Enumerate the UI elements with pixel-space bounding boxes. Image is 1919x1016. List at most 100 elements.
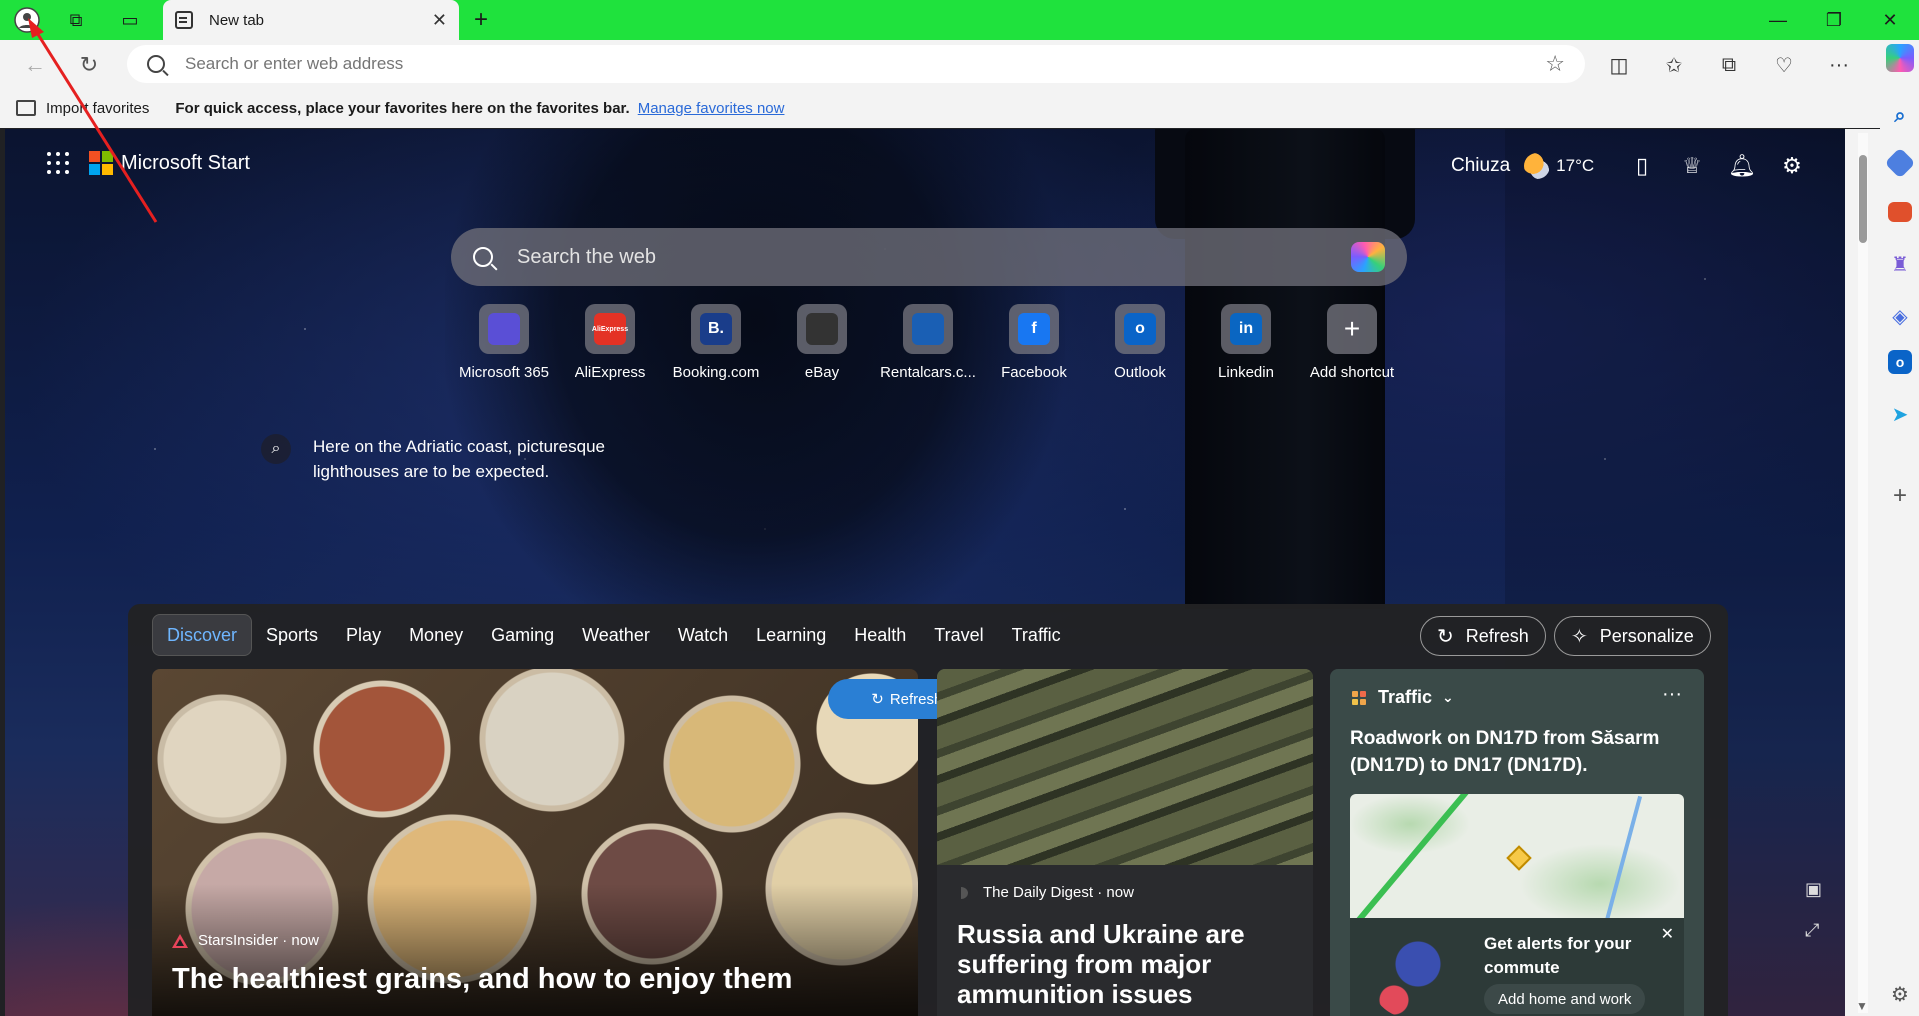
workspaces-button[interactable]: ⧉	[60, 4, 92, 36]
refresh-button[interactable]: ↻ Refresh	[1420, 616, 1546, 656]
address-bar[interactable]: ☆	[127, 45, 1585, 83]
tools-briefcase-icon[interactable]	[1888, 202, 1912, 222]
shortcut-aliexpress[interactable]: AliExpress AliExpress	[557, 304, 663, 381]
tab-traffic[interactable]: Traffic	[998, 614, 1075, 656]
add-favorite-star-icon[interactable]: ☆	[1545, 51, 1565, 77]
shortcut-rentalcars-c[interactable]: Rentalcars.c...	[875, 304, 981, 381]
page-scrollbar[interactable]: ▲ ▼	[1845, 129, 1880, 1016]
profile-button[interactable]	[11, 4, 43, 36]
back-button[interactable]: ←	[18, 48, 52, 82]
minimize-icon: —	[1769, 9, 1787, 30]
traffic-map[interactable]	[1350, 794, 1684, 918]
card-headline[interactable]: Russia and Ukraine are suffering from ma…	[957, 919, 1297, 1009]
browser-essentials-button[interactable]: ♡	[1767, 48, 1801, 82]
map-river	[1601, 795, 1643, 918]
games-icon[interactable]: ♜	[1886, 250, 1914, 278]
news-card-ammunition[interactable]: The Daily Digest · now Russia and Ukrain…	[937, 669, 1313, 1016]
shortcut-logo-icon: f	[1018, 313, 1050, 345]
rewards-button[interactable]: ♕	[1677, 151, 1707, 181]
split-screen-button[interactable]: ◫	[1602, 48, 1636, 82]
card-time: now	[291, 932, 319, 949]
shortcut-label: AliExpress	[574, 364, 646, 381]
personalize-button[interactable]: ✧ Personalize	[1554, 616, 1711, 656]
minimize-button[interactable]: —	[1750, 0, 1806, 40]
reload-button[interactable]: ↻	[72, 48, 106, 82]
brand-title[interactable]: Microsoft Start	[121, 152, 250, 175]
more-options-icon[interactable]: ···	[1662, 683, 1682, 706]
commute-illustration	[1370, 928, 1450, 1016]
background-tools: ▣ ⤢	[1805, 879, 1822, 941]
web-search-input[interactable]	[517, 245, 1351, 269]
add-sidebar-app-icon[interactable]: +	[1886, 482, 1914, 510]
workspaces-icon: ⧉	[69, 9, 83, 30]
traffic-icon	[1352, 690, 1366, 705]
new-tab-button[interactable]: +	[465, 4, 497, 36]
collections-button[interactable]: ⧉	[1712, 48, 1746, 82]
card-headline[interactable]: The healthiest grains, and how to enjoy …	[172, 963, 792, 996]
shortcut-label: Outlook	[1114, 364, 1166, 381]
close-window-button[interactable]: ✕	[1862, 0, 1918, 40]
shortcut-booking-com[interactable]: B. Booking.com	[663, 304, 769, 381]
close-icon[interactable]: ✕	[1661, 924, 1674, 944]
shortcut-linkedin[interactable]: in Linkedin	[1193, 304, 1299, 381]
brand-area: Microsoft Start	[47, 151, 250, 175]
shortcut-add-shortcut[interactable]: + Add shortcut	[1299, 304, 1405, 381]
microsoft-365-icon[interactable]: ◈	[1886, 302, 1914, 330]
import-favorites-button[interactable]: Import favorites	[46, 100, 149, 117]
shortcut-label: Add shortcut	[1309, 364, 1395, 381]
tab-money[interactable]: Money	[395, 614, 477, 656]
copilot-icon[interactable]	[1886, 44, 1914, 72]
app-launcher-icon[interactable]	[47, 152, 69, 174]
expand-icon[interactable]: ⤢	[1805, 920, 1822, 941]
shopping-tag-icon[interactable]	[1884, 147, 1916, 179]
tab-play[interactable]: Play	[332, 614, 395, 656]
tab-discover[interactable]: Discover	[152, 614, 253, 656]
notifications-button[interactable]: 🔔︎	[1727, 151, 1757, 181]
outlook-icon[interactable]: o	[1888, 350, 1912, 374]
chevron-down-icon: ⌄	[1442, 689, 1454, 705]
drop-send-icon[interactable]: ➤	[1886, 400, 1914, 428]
copilot-icon[interactable]	[1351, 242, 1385, 272]
traffic-header[interactable]: Traffic ⌄	[1352, 687, 1454, 708]
tab-weather[interactable]: Weather	[568, 614, 664, 656]
shortcut-microsoft-365[interactable]: Microsoft 365	[451, 304, 557, 381]
tab-health[interactable]: Health	[840, 614, 920, 656]
tab-sports[interactable]: Sports	[252, 614, 332, 656]
shortcut-outlook[interactable]: o Outlook	[1087, 304, 1193, 381]
news-card-grains[interactable]: StarsInsider · now The healthiest grains…	[152, 669, 918, 1016]
shortcut-facebook[interactable]: f Facebook	[981, 304, 1087, 381]
shortcut-ebay[interactable]: eBay	[769, 304, 875, 381]
refresh-icon: ↻	[79, 52, 99, 77]
sidebar-settings-gear-icon[interactable]: ⚙	[1886, 980, 1914, 1008]
search-icon	[473, 247, 493, 267]
settings-more-button[interactable]: ···	[1822, 48, 1856, 82]
tab-learning[interactable]: Learning	[742, 614, 840, 656]
scroll-thumb[interactable]	[1859, 155, 1867, 243]
scroll-down-icon[interactable]: ▼	[1856, 999, 1868, 1013]
mobile-app-button[interactable]: ▯	[1627, 151, 1657, 181]
scroll-track[interactable]	[1858, 133, 1868, 1013]
traffic-headline[interactable]: Roadwork on DN17D from Săsarm (DN17D) to…	[1350, 725, 1690, 779]
microsoft-logo-icon	[89, 151, 113, 175]
tab-travel[interactable]: Travel	[920, 614, 997, 656]
tab-new-tab[interactable]: New tab ✕	[163, 0, 459, 40]
page-settings-button[interactable]: ⚙	[1777, 151, 1807, 181]
tab-watch[interactable]: Watch	[664, 614, 742, 656]
sidebar-search-icon[interactable]: ⌕	[1886, 102, 1914, 130]
image-search-icon[interactable]: ⌕	[261, 434, 291, 464]
tab-gaming[interactable]: Gaming	[477, 614, 568, 656]
tab-actions-button[interactable]: ▭	[114, 4, 146, 36]
weather-widget[interactable]: Chiuza 17°C	[1451, 153, 1594, 179]
add-home-work-button[interactable]: Add home and work	[1484, 984, 1646, 1014]
address-input[interactable]	[185, 54, 1546, 74]
web-search-box[interactable]	[451, 228, 1407, 286]
plus-icon: +	[473, 6, 488, 33]
image-caption-text[interactable]: Here on the Adriatic coast, picturesque …	[313, 434, 633, 484]
manage-favorites-link[interactable]: Manage favorites now	[638, 100, 785, 117]
edge-sidebar: ⌕ ♜ ◈ o ➤ + ⚙	[1880, 40, 1919, 1016]
shortcut-label: Microsoft 365	[458, 364, 550, 381]
close-tab-icon[interactable]: ✕	[432, 10, 447, 31]
background-info-icon[interactable]: ▣	[1805, 879, 1822, 900]
restore-button[interactable]: ❐	[1806, 0, 1862, 40]
favorites-button[interactable]: ✩	[1657, 48, 1691, 82]
